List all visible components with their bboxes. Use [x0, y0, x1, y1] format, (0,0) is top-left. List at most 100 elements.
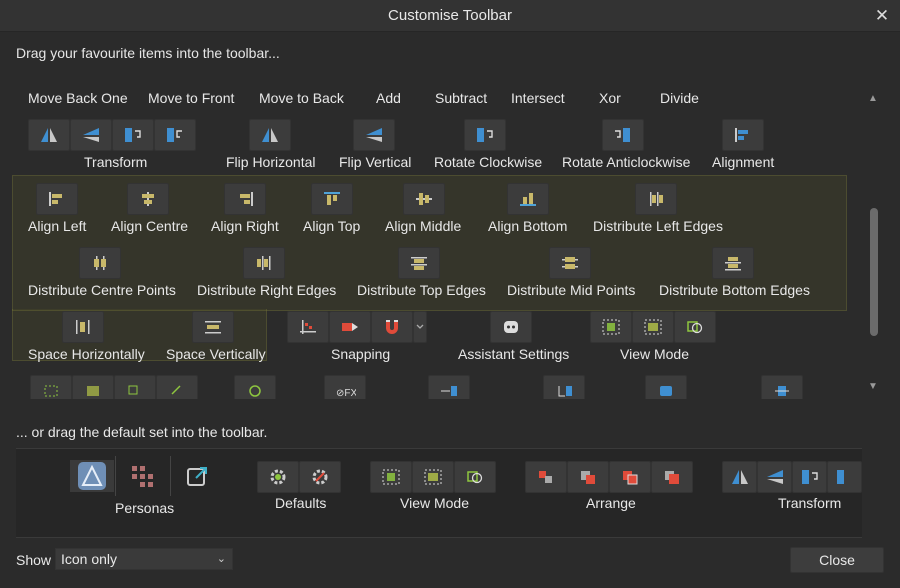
partial-view-group[interactable] [30, 375, 198, 399]
crop-icon[interactable] [761, 375, 803, 399]
rotate-anticlockwise-icon[interactable] [154, 119, 196, 151]
item-xor[interactable]: Xor [599, 90, 621, 106]
distribute-top-edges-icon[interactable] [398, 247, 440, 279]
show-select-value: Icon only [61, 551, 118, 567]
item-move-to-front[interactable]: Move to Front [148, 90, 234, 106]
flip-vertical-icon-3[interactable] [757, 461, 792, 493]
scrollbar[interactable]: ▲ ▼ [866, 88, 880, 398]
view-mode-group[interactable] [590, 311, 716, 343]
connector-icon[interactable] [428, 375, 470, 399]
move-forward-one-icon[interactable] [609, 461, 651, 493]
align-top-icon[interactable] [311, 183, 353, 215]
magnet-icon[interactable] [371, 311, 413, 343]
align-middle-icon[interactable] [403, 183, 445, 215]
tree-icon[interactable] [543, 375, 585, 399]
close-icon[interactable]: ✕ [870, 4, 894, 28]
label-arrange: Arrange [586, 495, 636, 511]
link-icon[interactable] [156, 375, 198, 399]
default-transform-clip [722, 461, 862, 493]
chevron-down-icon[interactable] [413, 311, 427, 343]
colour-wheel-icon[interactable] [234, 375, 276, 399]
item-subtract[interactable]: Subtract [435, 90, 487, 106]
arrange-group[interactable] [525, 461, 693, 493]
rotate-anticlockwise-icon-3[interactable] [827, 461, 862, 493]
flip-horizontal-icon[interactable] [28, 119, 70, 151]
align-centre-icon[interactable] [127, 183, 169, 215]
item-intersect[interactable]: Intersect [511, 90, 565, 106]
alignment-icon[interactable] [722, 119, 764, 151]
layout-icon[interactable] [645, 375, 687, 399]
label-distribute-left-edges: Distribute Left Edges [593, 218, 723, 234]
show-label: Show [16, 552, 52, 568]
fx-icon[interactable]: ⊘FX [324, 375, 366, 399]
snapping-grid-icon[interactable] [287, 311, 329, 343]
item-move-to-back[interactable]: Move to Back [259, 90, 344, 106]
flip-horizontal-icon-2[interactable] [249, 119, 291, 151]
view-mode-pixels-icon-2[interactable] [370, 461, 412, 493]
label-distribute-centre-points: Distribute Centre Points [28, 282, 176, 298]
rotate-clockwise-icon[interactable] [112, 119, 154, 151]
scroll-down-icon[interactable]: ▼ [866, 380, 880, 394]
flip-horizontal-icon-3[interactable] [722, 461, 757, 493]
show-select[interactable]: Icon only ⌄ [55, 548, 233, 570]
view-mode-retina-icon[interactable] [632, 311, 674, 343]
label-distribute-top-edges: Distribute Top Edges [357, 282, 486, 298]
space-horizontally-icon[interactable] [62, 311, 104, 343]
pixel-grid-icon[interactable] [30, 375, 72, 399]
default-hint: ... or drag the default set into the too… [16, 424, 268, 440]
gear-icon[interactable] [257, 461, 299, 493]
label-space-horizontally: Space Horizontally [28, 346, 145, 362]
defaults-group[interactable] [257, 461, 341, 493]
assistant-settings-icon[interactable] [490, 311, 532, 343]
transform-group[interactable] [28, 119, 196, 151]
distribute-bottom-edges-icon[interactable] [712, 247, 754, 279]
label-assistant-settings: Assistant Settings [458, 346, 570, 362]
move-to-back-icon[interactable] [525, 461, 567, 493]
scroll-thumb[interactable] [870, 208, 878, 336]
distribute-left-edges-icon[interactable] [635, 183, 677, 215]
align-bottom-icon[interactable] [507, 183, 549, 215]
move-to-front-icon[interactable] [651, 461, 693, 493]
pixel-grid-fill-icon[interactable] [72, 375, 114, 399]
separator [115, 456, 116, 496]
align-right-icon[interactable] [224, 183, 266, 215]
persona-pixel-icon[interactable] [124, 460, 160, 492]
space-vertically-icon[interactable] [192, 311, 234, 343]
view-mode-outline-icon-2[interactable] [454, 461, 496, 493]
view-mode-pixels-icon[interactable] [590, 311, 632, 343]
persona-designer-icon[interactable] [70, 460, 114, 492]
label-align-top: Align Top [303, 218, 361, 234]
close-button[interactable]: Close [790, 547, 884, 573]
rotate-anticlockwise-icon-2[interactable] [602, 119, 644, 151]
outline-shape-icon[interactable] [114, 375, 156, 399]
persona-export-icon[interactable] [180, 460, 216, 492]
label-align-left: Align Left [28, 218, 87, 234]
rotate-clockwise-icon-3[interactable] [792, 461, 827, 493]
view-mode-retina-icon-2[interactable] [412, 461, 454, 493]
label-snapping: Snapping [331, 346, 391, 362]
default-view-mode-group[interactable] [370, 461, 496, 493]
flip-vertical-icon-2[interactable] [353, 119, 395, 151]
item-divide[interactable]: Divide [660, 90, 699, 106]
item-move-back-one[interactable]: Move Back One [28, 90, 128, 106]
align-left-icon[interactable] [36, 183, 78, 215]
scroll-up-icon[interactable]: ▲ [866, 92, 880, 106]
item-add[interactable]: Add [376, 90, 401, 106]
flip-vertical-icon[interactable] [70, 119, 112, 151]
svg-text:⊘FX: ⊘FX [336, 388, 356, 399]
distribute-mid-points-icon[interactable] [549, 247, 591, 279]
distribute-right-edges-icon[interactable] [243, 247, 285, 279]
move-back-one-icon[interactable] [567, 461, 609, 493]
chevron-down-icon-2: ⌄ [216, 553, 226, 565]
snapping-arrow-icon[interactable] [329, 311, 371, 343]
distribute-centre-points-icon[interactable] [79, 247, 121, 279]
window-title: Customise Toolbar [388, 7, 512, 24]
default-transform-group[interactable] [722, 461, 862, 493]
label-distribute-mid-points: Distribute Mid Points [507, 282, 636, 298]
rotate-clockwise-icon-2[interactable] [464, 119, 506, 151]
view-mode-outline-icon[interactable] [674, 311, 716, 343]
snapping-group[interactable] [287, 311, 427, 343]
label-space-vertically: Space Vertically [166, 346, 266, 362]
revert-defaults-icon[interactable] [299, 461, 341, 493]
label-alignment: Alignment [712, 154, 775, 170]
